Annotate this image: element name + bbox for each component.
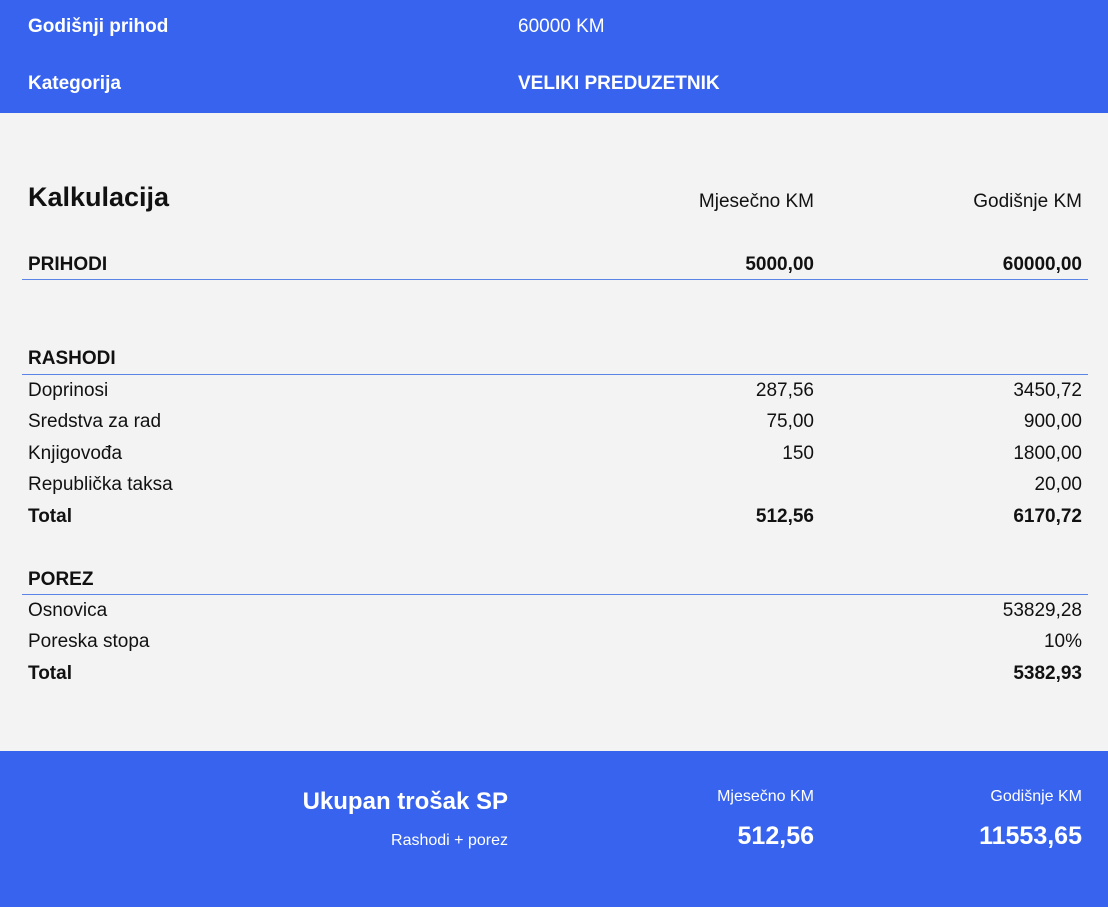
expense-yearly: 3450,72: [1013, 380, 1082, 401]
expense-label: Knjigovođa: [28, 443, 123, 464]
tax-label: Osnovica: [28, 600, 108, 621]
tax-total-label: Total: [28, 663, 72, 684]
category-label: Kategorija: [28, 73, 121, 94]
expenses-section-label: RASHODI: [28, 348, 116, 369]
expenses-header-row: RASHODI: [0, 344, 1108, 372]
divider: [22, 279, 1088, 280]
category-value: VELIKI PREDUZETNIK: [518, 73, 720, 94]
income-total-row: PRIHODI 5000,00 60000,00: [0, 250, 1108, 278]
expenses-total-monthly: 512,56: [755, 506, 814, 527]
tax-label: Poreska stopa: [28, 631, 150, 652]
income-value: 60000 KM: [518, 16, 605, 37]
summary-monthly-value: 512,56: [737, 822, 814, 850]
tax-section-label: POREZ: [28, 569, 94, 590]
yearly-column-header: Godišnje KM: [973, 191, 1082, 212]
table-row: Sredstva za rad 75,00 900,00: [0, 407, 1108, 435]
calculation-section: Kalkulacija Mjesečno KM Godišnje KM PRIH…: [0, 113, 1108, 751]
expense-monthly: 150: [782, 443, 814, 464]
tax-yearly: 10%: [1043, 631, 1082, 652]
category-row: Kategorija VELIKI PREDUZETNIK: [0, 57, 1108, 113]
income-monthly: 5000,00: [745, 254, 814, 275]
divider: [22, 374, 1088, 375]
table-row: Knjigovođa 150 1800,00: [0, 439, 1108, 467]
expense-monthly: 287,56: [755, 380, 814, 401]
summary-title: Ukupan trošak SP: [302, 788, 508, 815]
expense-label: Sredstva za rad: [28, 411, 162, 432]
expense-yearly: 20,00: [1034, 474, 1082, 495]
expense-monthly: 75,00: [766, 411, 814, 432]
divider: [22, 594, 1088, 595]
table-row: Doprinosi 287,56 3450,72: [0, 376, 1108, 404]
income-label: Godišnji prihod: [28, 16, 169, 37]
expenses-total-row: Total 512,56 6170,72: [0, 502, 1108, 530]
tax-total-yearly: 5382,93: [1013, 663, 1082, 684]
expenses-total-label: Total: [28, 506, 72, 527]
tax-header-row: POREZ: [0, 565, 1108, 593]
summary-subtitle: Rashodi + porez: [391, 832, 508, 849]
income-yearly: 60000,00: [1002, 254, 1082, 275]
table-row: Osnovica 53829,28: [0, 596, 1108, 624]
summary-yearly-value: 11553,65: [979, 822, 1082, 850]
expense-label: Doprinosi: [28, 380, 109, 401]
expense-yearly: 900,00: [1023, 411, 1082, 432]
tax-total-row: Total 5382,93: [0, 659, 1108, 687]
income-section-label: PRIHODI: [28, 254, 108, 275]
header-panel: Godišnji prihod 60000 KM Kategorija VELI…: [0, 0, 1108, 113]
expense-yearly: 1800,00: [1013, 443, 1082, 464]
table-row: Poreska stopa 10%: [0, 627, 1108, 655]
summary-yearly-header: Godišnje KM: [990, 788, 1082, 805]
monthly-column-header: Mjesečno KM: [698, 191, 814, 212]
tax-yearly: 53829,28: [1002, 600, 1082, 621]
expenses-total-yearly: 6170,72: [1013, 506, 1082, 527]
table-row: Republička taksa 20,00: [0, 470, 1108, 498]
summary-monthly-header: Mjesečno KM: [717, 788, 814, 805]
summary-panel: Ukupan trošak SP Rashodi + porez Mjesečn…: [0, 751, 1108, 907]
income-row: Godišnji prihod 60000 KM: [0, 0, 1108, 56]
calculation-title: Kalkulacija: [28, 182, 170, 212]
expense-label: Republička taksa: [28, 474, 173, 495]
